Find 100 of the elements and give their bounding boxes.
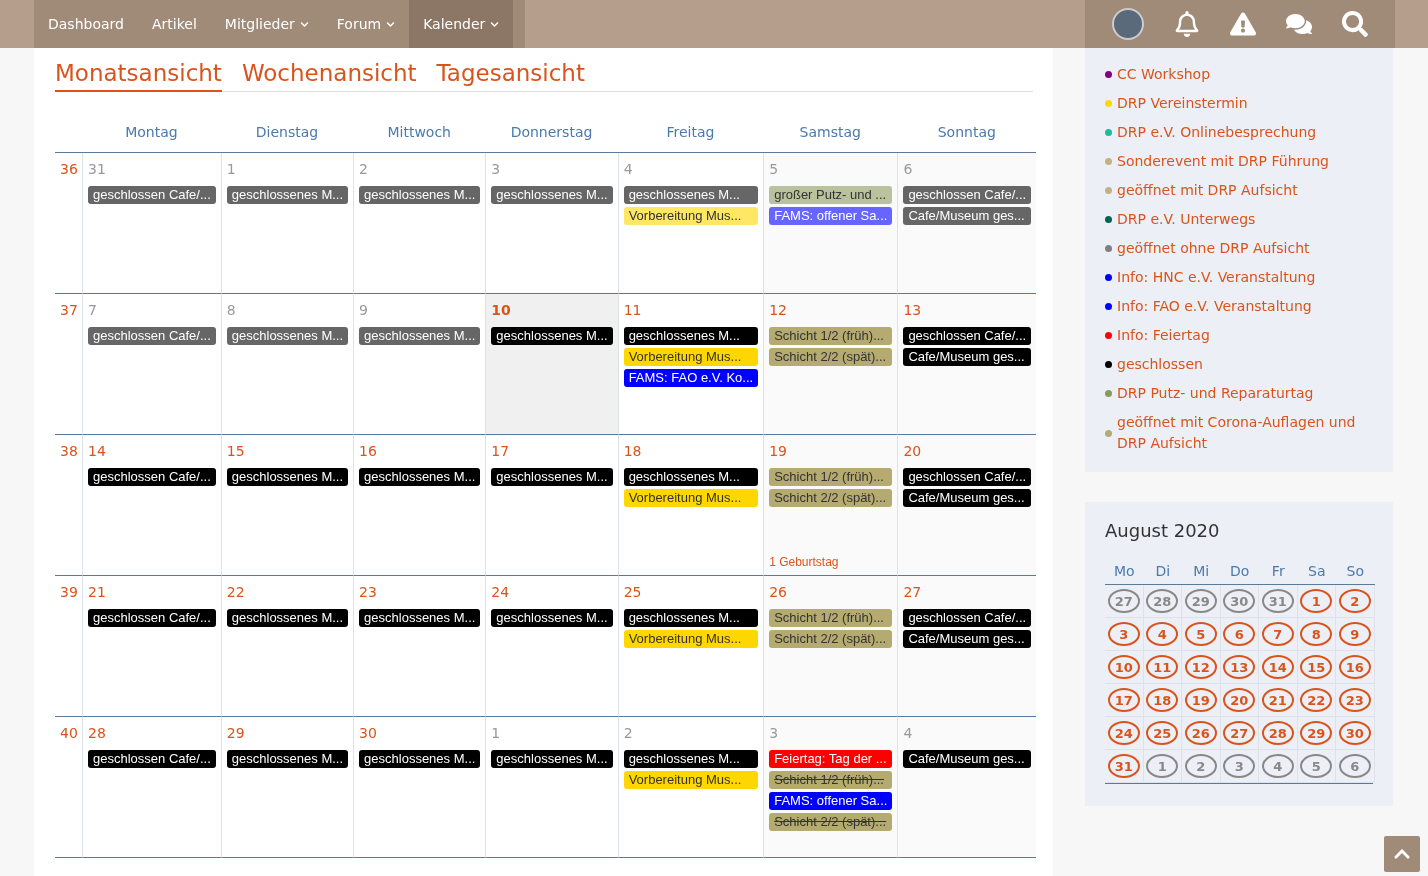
day-number[interactable]: 28 [88, 725, 106, 741]
mini-calendar-day[interactable]: 15 [1300, 655, 1333, 679]
mini-calendar-day[interactable]: 9 [1338, 622, 1371, 646]
day-number[interactable]: 27 [903, 584, 922, 600]
day-number[interactable]: 1 [491, 725, 501, 741]
day-number[interactable]: 2 [623, 725, 633, 741]
mini-calendar-day[interactable]: 22 [1300, 688, 1333, 712]
event-chip[interactable]: Vorbereitung Mus... [623, 207, 759, 225]
mini-calendar-day[interactable]: 16 [1338, 655, 1371, 679]
category-link[interactable]: Info: HNC e.V. Veranstaltung [1117, 267, 1316, 288]
back-to-top-button[interactable] [1384, 836, 1420, 872]
mini-calendar-day[interactable]: 6 [1223, 622, 1256, 646]
nav-item[interactable]: Kalender [409, 0, 514, 48]
event-chip[interactable]: geschlossenes M... [359, 750, 481, 768]
category-link[interactable]: DRP Putz- und Reparaturtag [1117, 383, 1314, 404]
mini-calendar-day[interactable]: 2 [1184, 754, 1217, 778]
event-chip[interactable]: Vorbereitung Mus... [623, 348, 759, 366]
day-number[interactable]: 13 [903, 302, 922, 318]
day-number[interactable]: 18 [623, 443, 642, 459]
category-link[interactable]: geöffnet mit Corona-Auflagen und DRP Aufsicht [1117, 412, 1373, 454]
event-chip[interactable]: geschlossen Cafe/... [88, 186, 216, 204]
event-chip[interactable]: geschlossenes M... [623, 609, 759, 627]
mini-calendar-day[interactable]: 30 [1223, 589, 1256, 613]
event-chip[interactable]: geschlossen Cafe/... [903, 468, 1032, 486]
mini-calendar-day[interactable]: 5 [1184, 622, 1217, 646]
event-chip[interactable]: Cafe/Museum ges... [903, 489, 1032, 507]
day-number[interactable]: 9 [359, 302, 368, 318]
event-chip[interactable]: geschlossenes M... [491, 468, 613, 486]
day-number[interactable]: 4 [623, 161, 633, 177]
mini-calendar-day[interactable]: 24 [1107, 721, 1140, 745]
day-number[interactable]: 25 [623, 584, 642, 600]
event-chip[interactable]: Cafe/Museum ges... [903, 348, 1032, 366]
day-number[interactable]: 21 [88, 584, 106, 600]
mini-calendar-day[interactable]: 3 [1223, 754, 1256, 778]
search-icon[interactable] [1342, 11, 1368, 37]
event-chip[interactable]: geschlossenes M... [226, 468, 349, 486]
event-chip[interactable]: Schicht 1/2 (früh)... [769, 468, 893, 486]
mini-calendar-day[interactable]: 31 [1107, 754, 1140, 778]
day-number[interactable]: 3 [491, 161, 501, 177]
category-link[interactable]: DRP Vereinstermin [1117, 93, 1248, 114]
day-number[interactable]: 11 [623, 302, 642, 318]
event-chip[interactable]: geschlossenes M... [491, 186, 613, 204]
mini-calendar-day[interactable]: 14 [1261, 655, 1294, 679]
mini-calendar-day[interactable]: 5 [1300, 754, 1333, 778]
mini-calendar-day[interactable]: 21 [1261, 688, 1294, 712]
mini-calendar-day[interactable]: 30 [1338, 721, 1371, 745]
nav-item[interactable]: Forum [322, 0, 410, 48]
event-chip[interactable]: geschlossen Cafe/... [903, 609, 1032, 627]
category-link[interactable]: geöffnet ohne DRP Aufsicht [1117, 238, 1310, 259]
event-chip[interactable]: geschlossenes M... [491, 750, 613, 768]
mini-calendar-day[interactable]: 13 [1223, 655, 1256, 679]
event-chip[interactable]: geschlossenes M... [491, 609, 613, 627]
mini-calendar-day[interactable]: 19 [1184, 688, 1217, 712]
event-chip[interactable]: Cafe/Museum ges... [903, 750, 1032, 768]
event-chip[interactable]: Schicht 1/2 (früh)... [769, 609, 893, 627]
event-chip[interactable]: FAMS: offener Sa... [769, 792, 893, 810]
category-link[interactable]: CC Workshop [1117, 64, 1211, 85]
day-number[interactable]: 15 [226, 443, 245, 459]
mini-calendar-day[interactable]: 4 [1146, 622, 1179, 646]
mini-calendar-day[interactable]: 8 [1300, 622, 1333, 646]
mini-calendar-day[interactable]: 29 [1184, 589, 1217, 613]
mini-calendar-day[interactable]: 1 [1146, 754, 1179, 778]
mini-calendar-day[interactable]: 3 [1107, 622, 1140, 646]
event-chip[interactable]: Vorbereitung Mus... [623, 771, 759, 789]
day-number[interactable]: 10 [491, 302, 511, 318]
day-number[interactable]: 30 [359, 725, 377, 741]
mini-calendar-day[interactable]: 11 [1146, 655, 1179, 679]
category-link[interactable]: DRP e.V. Onlinebesprechung [1117, 122, 1317, 143]
event-chip[interactable]: geschlossenes M... [491, 327, 613, 345]
day-number[interactable]: 29 [226, 725, 245, 741]
event-chip[interactable]: Schicht 1/2 (früh)... [769, 327, 893, 345]
day-number[interactable]: 3 [769, 725, 779, 741]
event-chip[interactable]: geschlossenes M... [359, 609, 481, 627]
day-number[interactable]: 17 [491, 443, 510, 459]
day-number[interactable]: 8 [226, 302, 236, 318]
event-chip[interactable]: Vorbereitung Mus... [623, 630, 759, 648]
day-number[interactable]: 16 [359, 443, 377, 459]
event-chip[interactable]: Schicht 2/2 (spät)... [769, 348, 893, 366]
event-chip[interactable]: geschlossenes M... [623, 186, 759, 204]
event-chip[interactable]: Schicht 2/2 (spät)... [769, 489, 893, 507]
event-chip[interactable]: geschlossen Cafe/... [903, 327, 1032, 345]
event-chip[interactable]: geschlossen Cafe/... [88, 327, 216, 345]
day-number[interactable]: 19 [769, 443, 787, 459]
day-number[interactable]: 7 [88, 302, 97, 318]
view-tab[interactable]: Monatsansicht [55, 58, 222, 92]
mini-calendar-day[interactable]: 7 [1261, 622, 1294, 646]
day-number[interactable]: 1 [226, 161, 236, 177]
event-chip[interactable]: Cafe/Museum ges... [903, 630, 1032, 648]
day-number[interactable]: 22 [226, 584, 245, 600]
event-chip[interactable]: geschlossenes M... [623, 750, 759, 768]
mini-calendar-day[interactable]: 18 [1146, 688, 1179, 712]
event-chip[interactable]: geschlossenes M... [226, 186, 349, 204]
category-link[interactable]: geöffnet mit DRP Aufsicht [1117, 180, 1298, 201]
event-chip[interactable]: geschlossenes M... [359, 186, 481, 204]
category-link[interactable]: Info: FAO e.V. Veranstaltung [1117, 296, 1312, 317]
event-chip[interactable]: geschlossen Cafe/... [88, 750, 216, 768]
mini-calendar-day[interactable]: 27 [1223, 721, 1256, 745]
mini-calendar-day[interactable]: 23 [1338, 688, 1371, 712]
avatar[interactable] [1112, 8, 1144, 40]
event-chip[interactable]: geschlossenes M... [359, 327, 481, 345]
